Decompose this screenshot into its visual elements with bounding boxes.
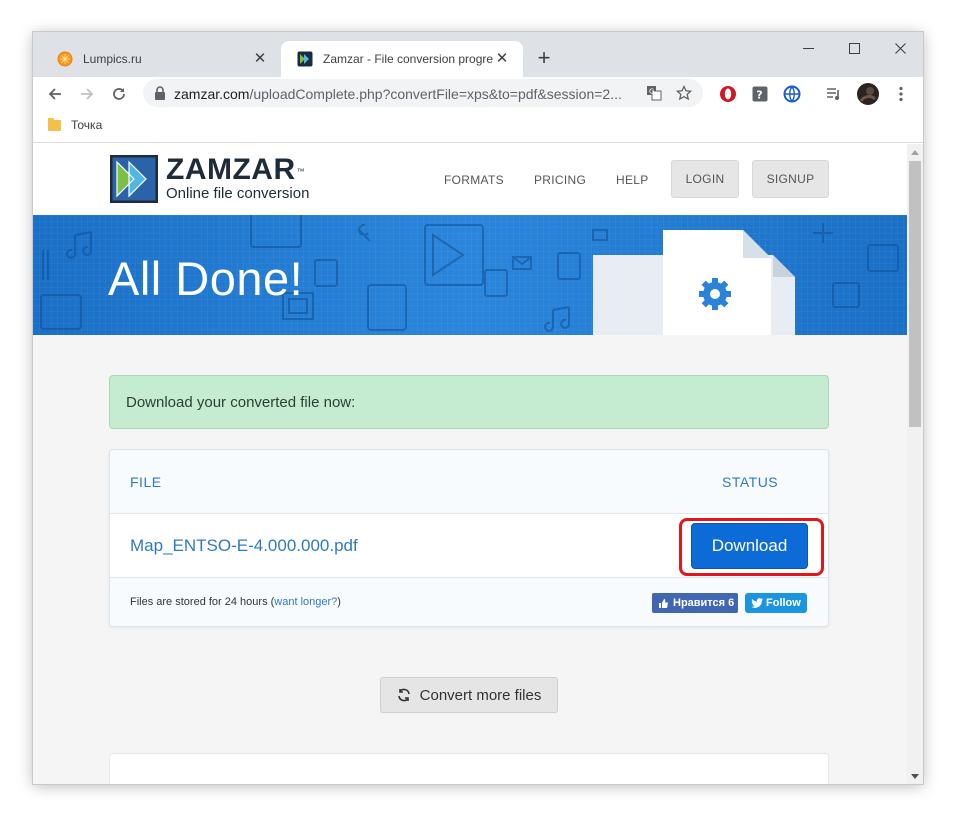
maximize-icon[interactable] — [831, 34, 877, 62]
address-bar[interactable]: zamzar.com/uploadComplete.php?convertFil… — [143, 79, 703, 107]
login-button[interactable]: LOGIN — [671, 160, 739, 198]
twitter-follow-button[interactable]: Follow — [745, 593, 807, 613]
download-button[interactable]: Download — [691, 523, 808, 569]
column-status: STATUS — [722, 474, 779, 490]
media-playlist-icon[interactable] — [820, 80, 848, 108]
main-content: Download your converted file now: FILE S… — [33, 335, 907, 784]
logo-tagline: Online file conversion — [166, 185, 310, 202]
storage-note-suffix: ) — [337, 596, 341, 608]
logo-wordmark: ZAMZAR — [166, 153, 296, 186]
back-arrow-icon[interactable] — [41, 80, 69, 108]
page-scrollbar[interactable] — [907, 144, 923, 784]
tab-title: Zamzar - File conversion progre — [323, 52, 493, 66]
storage-note: Files are stored for 24 hours (want long… — [130, 596, 341, 608]
zamzar-logo[interactable]: ZAMZAR™ Online file conversion — [109, 154, 309, 204]
gear-icon — [699, 278, 731, 310]
hero-banner: All Done! — [33, 215, 907, 335]
browser-toolbar: zamzar.com/uploadComplete.php?convertFil… — [33, 77, 923, 111]
trademark-mark: ™ — [296, 167, 306, 176]
facebook-like-label: Нравится 6 — [673, 597, 735, 609]
banner-title: All Done! — [108, 252, 304, 305]
column-file: FILE — [130, 474, 162, 490]
scroll-thumb[interactable] — [909, 161, 921, 427]
url-host: zamzar.com — [174, 86, 250, 102]
zamzar-logo-icon — [110, 155, 158, 203]
table-row: Map_ENTSO-E-4.000.000.pdf Download — [110, 514, 828, 578]
svg-text:G: G — [649, 88, 654, 96]
tab-zamzar[interactable]: Zamzar - File conversion progre ✕ — [281, 41, 523, 77]
opera-extension-icon[interactable] — [714, 80, 742, 108]
file-card-footer: Files are stored for 24 hours (want long… — [110, 578, 828, 626]
twitter-bird-icon — [751, 598, 763, 608]
forward-arrow-icon[interactable] — [73, 80, 101, 108]
scroll-up-arrow-icon[interactable] — [907, 144, 923, 160]
svg-text:?: ? — [756, 89, 762, 102]
logo-text: ZAMZAR™ Online file conversion — [166, 155, 309, 203]
translate-icon[interactable]: G — [643, 82, 665, 104]
nav-help[interactable]: HELP — [616, 173, 649, 187]
reload-icon[interactable] — [105, 80, 133, 108]
twitter-follow-label: Follow — [766, 597, 801, 609]
tab-strip: Lumpics.ru ✕ Zamzar - File conversion pr… — [33, 32, 923, 77]
want-longer-link[interactable]: want longer? — [274, 596, 337, 608]
scroll-down-arrow-icon[interactable] — [907, 768, 923, 784]
thumbs-up-icon — [659, 598, 668, 608]
bookmark-star-icon[interactable] — [673, 82, 695, 104]
convert-more-button[interactable]: Convert more files — [380, 677, 558, 713]
help-extension-icon[interactable]: ? — [746, 80, 774, 108]
folder-icon — [48, 117, 61, 131]
close-tab-icon[interactable]: ✕ — [493, 50, 511, 68]
new-tab-button[interactable]: + — [530, 45, 558, 73]
file-card: FILE STATUS Map_ENTSO-E-4.000.000.pdf Do… — [109, 449, 829, 627]
browser-window: Lumpics.ru ✕ Zamzar - File conversion pr… — [33, 32, 923, 784]
nav-formats[interactable]: FORMATS — [444, 173, 504, 187]
minimize-icon[interactable] — [785, 34, 831, 62]
bookmark-folder[interactable]: Точка — [48, 117, 103, 132]
nav-pricing[interactable]: PRICING — [534, 173, 586, 187]
info-card — [109, 753, 829, 784]
avatar[interactable] — [854, 80, 882, 108]
refresh-icon — [397, 688, 410, 702]
tab-title: Lumpics.ru — [83, 52, 142, 66]
storage-note-text: Files are stored for 24 hours ( — [130, 596, 275, 608]
file-table-header: FILE STATUS — [110, 450, 828, 514]
lumpics-favicon-icon — [57, 51, 73, 67]
signup-button[interactable]: SIGNUP — [752, 160, 829, 198]
kebab-menu-icon[interactable] — [887, 80, 915, 108]
bookmarks-bar: Точка — [33, 111, 923, 143]
window-close-icon[interactable] — [877, 34, 923, 62]
bookmark-label: Точка — [71, 118, 103, 132]
success-alert: Download your converted file now: — [109, 375, 829, 429]
file-name-link[interactable]: Map_ENTSO-E-4.000.000.pdf — [130, 536, 358, 556]
url-text: zamzar.com/uploadComplete.php?convertFil… — [174, 86, 622, 102]
close-tab-icon[interactable]: ✕ — [251, 50, 269, 68]
convert-more-label: Convert more files — [419, 686, 542, 704]
site-header: ZAMZAR™ Online file conversion FORMATS P… — [33, 144, 907, 215]
facebook-like-button[interactable]: Нравится 6 — [652, 593, 739, 613]
zamzar-favicon-icon — [297, 51, 313, 67]
vpn-globe-icon[interactable] — [778, 80, 806, 108]
tab-lumpics[interactable]: Lumpics.ru ✕ — [41, 41, 281, 77]
logo-name: ZAMZAR™ — [166, 155, 309, 185]
url-path: /uploadComplete.php?convertFile=xps&to=p… — [249, 86, 622, 102]
page-viewport: ZAMZAR™ Online file conversion FORMATS P… — [33, 144, 907, 784]
info-card-heading-cutoff — [156, 776, 396, 784]
lock-icon — [154, 86, 166, 105]
